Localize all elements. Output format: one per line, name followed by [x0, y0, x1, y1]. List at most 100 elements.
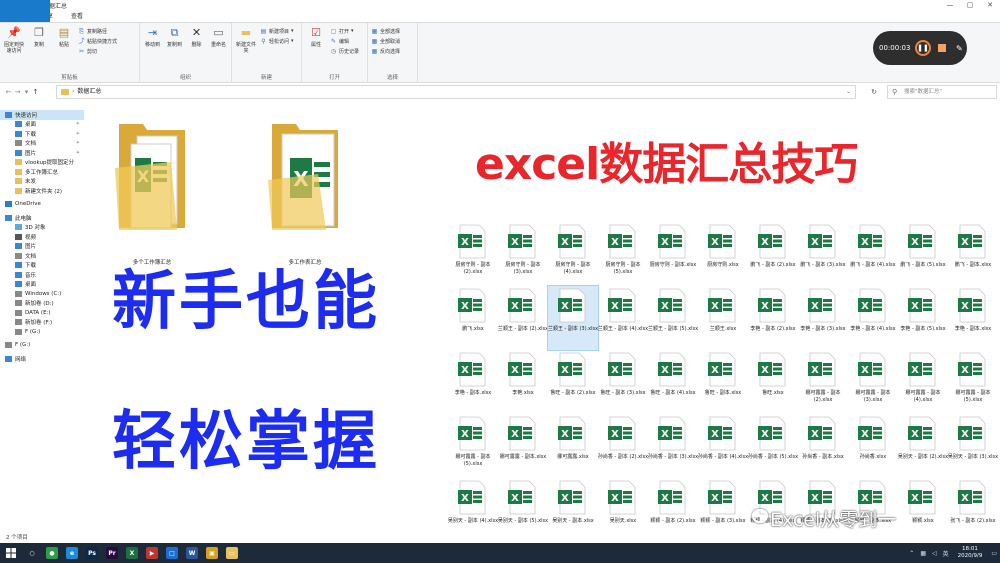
- photoshop-icon[interactable]: Ps: [86, 547, 98, 559]
- nav-item[interactable]: 图片: [0, 242, 84, 252]
- xlsx-file-item[interactable]: X 鲁旺 - 副本.xlsx: [698, 350, 748, 414]
- premiere-icon[interactable]: Pr: [106, 547, 118, 559]
- xlsx-file-item[interactable]: X 娜可露露 - 副本 (5).xlsx: [948, 350, 998, 414]
- volume-icon[interactable]: ◁: [932, 550, 937, 557]
- clock[interactable]: 18:01 2020/9/9: [958, 546, 983, 560]
- xlsx-file-item[interactable]: X 孙尚香 - 副本 (2).xlsx: [598, 414, 648, 478]
- nav-item[interactable]: Windows (C:): [0, 289, 84, 299]
- forward-arrow-icon[interactable]: →: [13, 88, 22, 96]
- nav-item[interactable]: 多工作簿汇总: [0, 167, 84, 177]
- new-item-button[interactable]: ▤ 新建项目 ▾: [260, 27, 294, 35]
- xlsx-file-item[interactable]: X 吴别天 - 副本 (2).xlsx: [898, 414, 948, 478]
- xlsx-file-item[interactable]: X 鲁旺.xlsx: [748, 350, 798, 414]
- nav-item[interactable]: 此电脑: [0, 213, 84, 223]
- word-icon[interactable]: W: [186, 547, 198, 559]
- back-arrow-icon[interactable]: ←: [4, 88, 13, 96]
- xlsx-file-item[interactable]: X 孙尚香 - 副本 (4).xlsx: [698, 414, 748, 478]
- xlsx-file-item[interactable]: X 鹏飞 - 副本 (2).xlsx: [748, 222, 798, 286]
- xlsx-file-item[interactable]: X 吴别天 - 副本 (3).xlsx: [948, 414, 998, 478]
- xlsx-file-item[interactable]: X 鲁旺 - 副本 (3).xlsx: [598, 350, 648, 414]
- xlsx-file-item[interactable]: X 厨房守则 - 副本 (2).xlsx: [448, 222, 498, 286]
- xlsx-file-item[interactable]: X 鲁旺 - 副本 (2).xlsx: [548, 350, 598, 414]
- xlsx-file-item[interactable]: X 兰顺王 - 副本 (3).xlsx: [547, 285, 599, 351]
- xlsx-file-item[interactable]: X 厨房守则 - 副本 (3).xlsx: [498, 222, 548, 286]
- close-button[interactable]: ✕: [980, 0, 1000, 11]
- select-none-button[interactable]: ▦ 全部取消: [371, 37, 400, 45]
- copy-path-button[interactable]: ⎘ 复制路径: [78, 27, 117, 35]
- xlsx-file-item[interactable]: X 孙尚香 - 副本.xlsx: [798, 414, 848, 478]
- nav-item[interactable]: 3D 对象: [0, 223, 84, 233]
- open-button[interactable]: ▢ 打开 ▾: [330, 27, 359, 35]
- xlsx-file-item[interactable]: X 颖颖 - 副本 (3).xlsx: [698, 478, 748, 542]
- start-button[interactable]: [0, 543, 22, 563]
- cut-button[interactable]: ✂ 剪切: [78, 47, 117, 55]
- xlsx-file-item[interactable]: X 鹏飞 - 副本.xlsx: [948, 222, 998, 286]
- ribbon-tab[interactable]: 文件: [0, 0, 50, 22]
- image-app-icon[interactable]: ▣: [206, 547, 218, 559]
- xlsx-file-item[interactable]: X 李艳 - 副本 (3).xlsx: [798, 286, 848, 350]
- nav-item[interactable]: DATA (E:): [0, 308, 84, 318]
- xlsx-file-item[interactable]: X 兰顺王.xlsx: [698, 286, 748, 350]
- nav-item[interactable]: 新加卷 (F:): [0, 318, 84, 328]
- xlsx-file-item[interactable]: X 鹏飞 - 副本 (4).xlsx: [848, 222, 898, 286]
- xlsx-file-item[interactable]: X 孙尚香.xlsx: [848, 414, 898, 478]
- nav-item[interactable]: 文档 ✦: [0, 139, 84, 149]
- xlsx-file-item[interactable]: X 张飞 - 副本 (2).xlsx: [948, 478, 998, 542]
- chrome-icon[interactable]: ●: [46, 547, 58, 559]
- nav-item[interactable]: OneDrive: [0, 200, 84, 210]
- history-button[interactable]: ◷ 历史记录: [330, 47, 359, 55]
- xlsx-file-item[interactable]: X 娜可露露.xlsx: [548, 414, 598, 478]
- xlsx-file-item[interactable]: X 娜可露露 - 副本 (3).xlsx: [848, 350, 898, 414]
- input-language[interactable]: 英: [943, 549, 949, 558]
- xlsx-file-item[interactable]: X 李艳 - 副本.xlsx: [948, 286, 998, 350]
- edit-button[interactable]: ✎ 编辑: [330, 37, 359, 45]
- xlsx-file-item[interactable]: X 颖颖.xlsx: [898, 478, 948, 542]
- media-icon[interactable]: ▶: [146, 547, 158, 559]
- chevron-up-icon[interactable]: ⌃: [909, 550, 914, 557]
- edge-icon[interactable]: e: [66, 547, 78, 559]
- xlsx-file-item[interactable]: X 鹏飞 - 副本 (5).xlsx: [898, 222, 948, 286]
- xlsx-file-item[interactable]: X 娜可露露 - 副本.xlsx: [498, 414, 548, 478]
- stop-button[interactable]: [938, 44, 946, 52]
- nav-item[interactable]: 文档: [0, 251, 84, 261]
- xlsx-file-item[interactable]: X 孙尚香 - 副本 (3).xlsx: [648, 414, 698, 478]
- video-editor-icon[interactable]: □: [166, 547, 178, 559]
- up-arrow-icon[interactable]: ↑: [31, 88, 40, 96]
- xlsx-file-item[interactable]: X 厨房守则 - 副本 (5).xlsx: [598, 222, 648, 286]
- folder-item[interactable]: X 多个工作簿汇总: [115, 118, 190, 266]
- pause-button[interactable]: ❚❚: [915, 40, 931, 56]
- select-all-button[interactable]: ▦ 全部选择: [371, 27, 400, 35]
- nav-item[interactable]: 下载: [0, 261, 84, 271]
- xlsx-file-item[interactable]: X 兰顺王 - 副本 (5).xlsx: [648, 286, 698, 350]
- xlsx-file-item[interactable]: X 孙尚香 - 副本 (5).xlsx: [748, 414, 798, 478]
- search-icon[interactable]: ○: [26, 547, 38, 559]
- xlsx-file-item[interactable]: X 娜可露露 - 副本 (5).xlsx: [448, 414, 498, 478]
- nav-item[interactable]: 未发: [0, 177, 84, 187]
- xlsx-file-item[interactable]: X 兰顺王 - 副本 (2).xlsx: [498, 286, 548, 350]
- chevron-down-icon[interactable]: ▾: [22, 88, 31, 96]
- pen-icon[interactable]: ✎: [956, 44, 963, 53]
- notification-icon[interactable]: ▭: [991, 550, 997, 557]
- nav-item[interactable]: vlookup提取固定分: [0, 158, 84, 168]
- xlsx-file-item[interactable]: X 鲁旺 - 副本 (4).xlsx: [648, 350, 698, 414]
- nav-item[interactable]: 桌面: [0, 280, 84, 290]
- nav-item[interactable]: 快速访问: [0, 110, 84, 120]
- nav-item[interactable]: 下载 ✦: [0, 129, 84, 139]
- xlsx-file-item[interactable]: X 吴别天 - 副本.xlsx: [548, 478, 598, 542]
- network-icon[interactable]: ▦: [920, 550, 926, 557]
- nav-item[interactable]: F (G:): [0, 327, 84, 337]
- ribbon-tab[interactable]: 查看: [62, 11, 92, 22]
- invert-selection-button[interactable]: ▦ 反向选择: [371, 47, 400, 55]
- xlsx-file-item[interactable]: X 厨房守则.xlsx: [698, 222, 748, 286]
- easy-access-button[interactable]: ⚲ 轻松访问 ▾: [260, 37, 293, 45]
- xlsx-file-item[interactable]: X 李艳.xlsx: [498, 350, 548, 414]
- xlsx-file-item[interactable]: X 兰顺王 - 副本 (4).xlsx: [598, 286, 648, 350]
- nav-item[interactable]: 桌面 ✦: [0, 120, 84, 130]
- paste-shortcut-button[interactable]: ⤴ 粘贴快捷方式: [78, 37, 117, 45]
- address-bar[interactable]: › 数据汇总 ⌄: [56, 85, 856, 99]
- xlsx-file-item[interactable]: X 李艳 - 副本 (5).xlsx: [898, 286, 948, 350]
- nav-item[interactable]: 网络: [0, 354, 84, 364]
- refresh-icon[interactable]: ↻: [868, 85, 880, 99]
- nav-item[interactable]: 图片 ✦: [0, 148, 84, 158]
- xlsx-file-item[interactable]: X 李艳 - 副本.xlsx: [448, 350, 498, 414]
